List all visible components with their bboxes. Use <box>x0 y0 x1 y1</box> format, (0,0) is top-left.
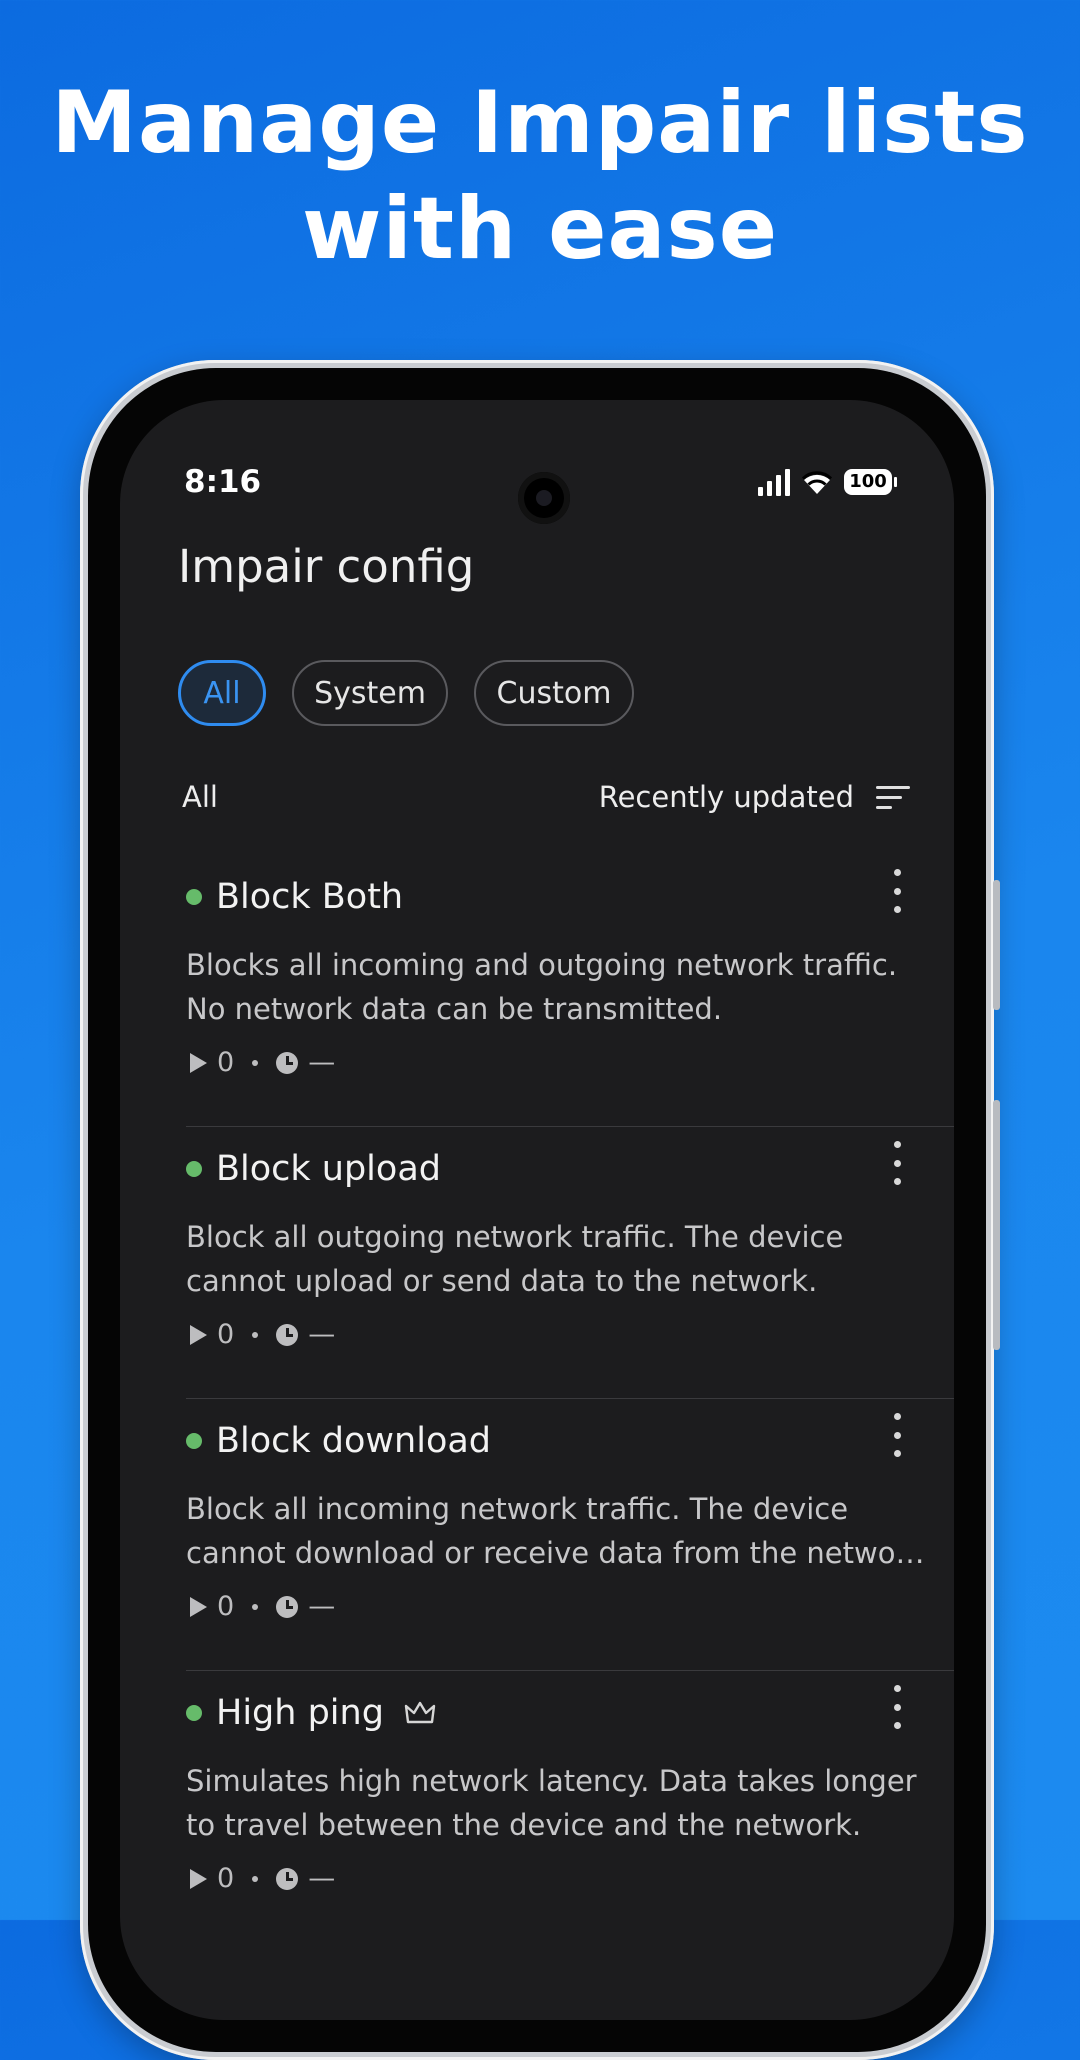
list-item[interactable]: Block upload Block all outgoing network … <box>186 1127 954 1399</box>
status-dot <box>186 1705 202 1721</box>
item-title: Block download <box>216 1421 492 1461</box>
play-icon <box>190 1868 207 1889</box>
filter-chip-all[interactable]: All <box>178 660 266 726</box>
status-dot <box>186 1433 202 1449</box>
list-item[interactable]: High ping Simulates high network latency… <box>186 1671 954 1943</box>
item-description: Blocks all incoming and outgoing network… <box>186 948 898 1026</box>
list-item[interactable]: Block Both Blocks all incoming and outgo… <box>186 855 954 1127</box>
separator-dot <box>252 1875 259 1882</box>
sort-label: Recently updated <box>598 780 854 814</box>
wifi-icon <box>801 471 833 494</box>
run-count: 0 <box>217 1319 235 1350</box>
last-used: — <box>308 1319 336 1350</box>
item-title-row: Block upload <box>186 1149 441 1189</box>
status-time: 8:16 <box>184 464 262 500</box>
phone-side-button <box>993 880 1000 1010</box>
more-vertical-icon[interactable] <box>882 869 912 913</box>
item-title: High ping <box>216 1693 384 1733</box>
page-title: Impair config <box>178 540 475 593</box>
separator-dot <box>252 1331 259 1338</box>
clock-icon <box>276 1323 299 1346</box>
status-icons: 100 <box>758 468 897 496</box>
separator-dot <box>252 1059 259 1066</box>
filter-chip-custom[interactable]: Custom <box>474 660 634 726</box>
more-vertical-icon[interactable] <box>882 1413 912 1457</box>
item-description: Block all incoming network traffic. The … <box>186 1492 925 1570</box>
item-meta: 0 — <box>190 1863 335 1894</box>
filter-chip-system[interactable]: System <box>292 660 448 726</box>
phone-screen: 8:16 100 Impair config All System Custom <box>120 400 954 2020</box>
item-description: Simulates high network latency. Data tak… <box>186 1764 917 1842</box>
list-header: All Recently updated <box>182 780 910 814</box>
list-header-label: All <box>182 780 218 814</box>
item-title-row: Block download <box>186 1421 491 1461</box>
item-meta: 0 — <box>190 1319 335 1350</box>
headline-line-2: with ease <box>301 179 779 279</box>
phone-volume-button <box>993 1100 1000 1350</box>
clock-icon <box>276 1595 299 1618</box>
item-title: Block Both <box>216 877 404 917</box>
status-dot <box>186 1161 202 1177</box>
impair-list: Block Both Blocks all incoming and outgo… <box>186 855 954 1943</box>
run-count: 0 <box>217 1591 235 1622</box>
filter-chips: All System Custom <box>178 660 634 726</box>
item-description: Block all outgoing network traffic. The … <box>186 1220 844 1298</box>
item-title-row: High ping <box>186 1693 436 1733</box>
run-count: 0 <box>217 1047 235 1078</box>
signal-icon <box>758 468 790 496</box>
status-dot <box>186 889 202 905</box>
promo-headline: Manage Impair lists with ease <box>0 70 1080 282</box>
crown-icon <box>404 1701 436 1724</box>
clock-icon <box>276 1867 299 1890</box>
last-used: — <box>308 1591 336 1622</box>
more-vertical-icon[interactable] <box>882 1141 912 1185</box>
item-meta: 0 — <box>190 1047 335 1078</box>
phone-bezel: 8:16 100 Impair config All System Custom <box>88 368 986 2052</box>
item-title-row: Block Both <box>186 877 403 917</box>
headline-line-1: Manage Impair lists <box>51 73 1029 173</box>
front-camera <box>518 472 570 524</box>
phone-frame: 8:16 100 Impair config All System Custom <box>80 360 1000 2060</box>
play-icon <box>190 1052 207 1073</box>
item-title: Block upload <box>216 1149 441 1189</box>
run-count: 0 <box>217 1863 235 1894</box>
last-used: — <box>308 1047 336 1078</box>
more-vertical-icon[interactable] <box>882 1685 912 1729</box>
battery-icon: 100 <box>844 469 897 495</box>
sort-button[interactable]: Recently updated <box>599 780 910 814</box>
list-item[interactable]: Block download Block all incoming networ… <box>186 1399 954 1671</box>
clock-icon <box>276 1051 299 1074</box>
item-meta: 0 — <box>190 1591 335 1622</box>
play-icon <box>190 1324 207 1345</box>
sort-lines-icon <box>876 785 910 809</box>
separator-dot <box>252 1603 259 1610</box>
play-icon <box>190 1596 207 1617</box>
last-used: — <box>308 1863 336 1894</box>
